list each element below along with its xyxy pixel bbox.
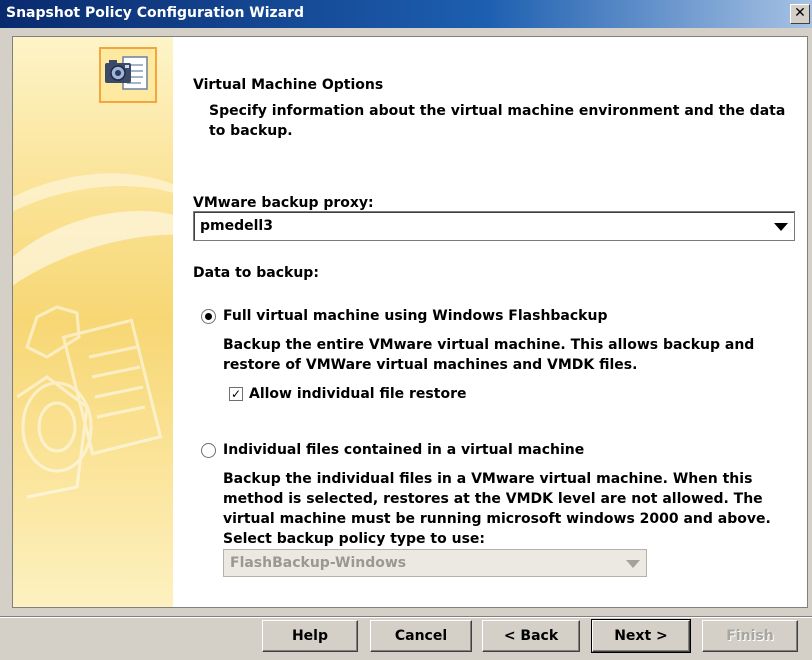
page-description: Specify information about the virtual ma… [209,103,786,139]
proxy-value: pmedell3 [200,218,273,234]
close-icon: ✕ [794,5,806,21]
checkmark-icon: ✓ [230,387,242,401]
data-to-backup-label: Data to backup: [193,265,319,281]
wizard-window: Snapshot Policy Configuration Wizard ✕ V… [0,0,812,660]
wizard-main-panel: Virtual Machine Options Specify informat… [193,37,807,607]
individual-files-radio[interactable] [201,443,216,458]
next-button[interactable]: Next > [591,619,691,653]
back-button[interactable]: < Back [482,620,580,652]
close-button[interactable]: ✕ [790,4,810,24]
title-bar: Snapshot Policy Configuration Wizard ✕ [0,0,812,28]
wizard-content: Virtual Machine Options Specify informat… [12,36,808,608]
chevron-down-icon [774,223,788,231]
page-heading: Virtual Machine Options [193,77,384,93]
help-button[interactable]: Help [262,620,358,652]
policy-type-dropdown: FlashBackup-Windows [223,549,647,577]
full-vm-radio[interactable] [201,309,216,324]
cancel-button[interactable]: Cancel [370,620,472,652]
policy-type-value: FlashBackup-Windows [230,555,407,571]
proxy-dropdown[interactable]: pmedell3 [193,211,795,241]
finish-button: Finish [702,620,798,652]
allow-restore-label[interactable]: Allow individual file restore [249,386,466,402]
camera-document-icon [99,47,157,103]
chevron-down-icon [626,560,640,568]
camera-document-watermark [17,305,163,499]
full-vm-label[interactable]: Full virtual machine using Windows Flash… [223,308,607,324]
wizard-sidebar [13,37,173,607]
policy-type-label: Select backup policy type to use: [223,531,486,547]
allow-restore-checkbox[interactable]: ✓ [229,387,243,401]
button-separator [0,616,812,618]
window-title: Snapshot Policy Configuration Wizard [6,5,305,21]
proxy-label: VMware backup proxy: [193,195,374,211]
full-vm-description: Backup the entire VMware virtual machine… [223,337,755,373]
individual-files-label[interactable]: Individual files contained in a virtual … [223,442,584,458]
individual-files-description: Backup the individual files in a VMware … [223,471,771,527]
